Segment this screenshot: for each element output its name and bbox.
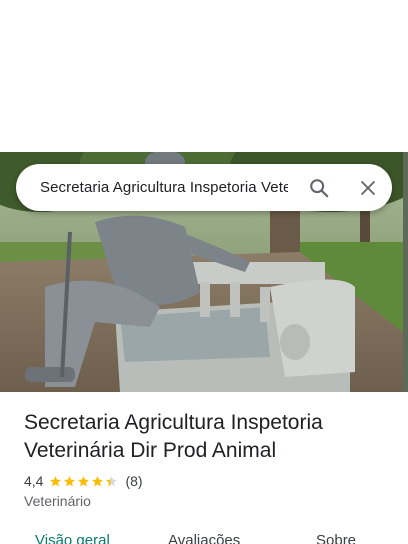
place-title: Secretaria Agricultura Inspetoria Veteri…: [24, 411, 323, 462]
review-count[interactable]: (8): [125, 473, 142, 489]
rating-row[interactable]: 4,4 (8): [24, 472, 143, 490]
star-icon: [78, 475, 90, 486]
rating-stars: [49, 475, 119, 488]
search-bar[interactable]: Secretaria Agricultura Inspetoria Veteri…: [16, 164, 392, 211]
close-icon: [361, 181, 375, 195]
star-icon: [106, 475, 118, 486]
tab-about[interactable]: Sobre: [316, 532, 356, 544]
place-category[interactable]: Veterinário: [24, 493, 91, 509]
tab-overview[interactable]: Visão geral: [35, 532, 110, 544]
star-icon: [50, 475, 62, 486]
place-tabs: Visão geral Avaliações Sobre: [0, 528, 408, 544]
star-icon: [64, 475, 76, 486]
tab-reviews[interactable]: Avaliações: [168, 532, 240, 544]
photo-gallery-edge: [403, 152, 408, 392]
map-blank-area: [0, 0, 408, 152]
star-icon: [92, 475, 104, 486]
search-input[interactable]: Secretaria Agricultura Inspetoria Veteri…: [40, 179, 288, 196]
search-button[interactable]: [304, 173, 334, 203]
rating-value: 4,4: [24, 473, 44, 489]
search-icon: [310, 179, 329, 198]
close-button[interactable]: [353, 173, 383, 203]
